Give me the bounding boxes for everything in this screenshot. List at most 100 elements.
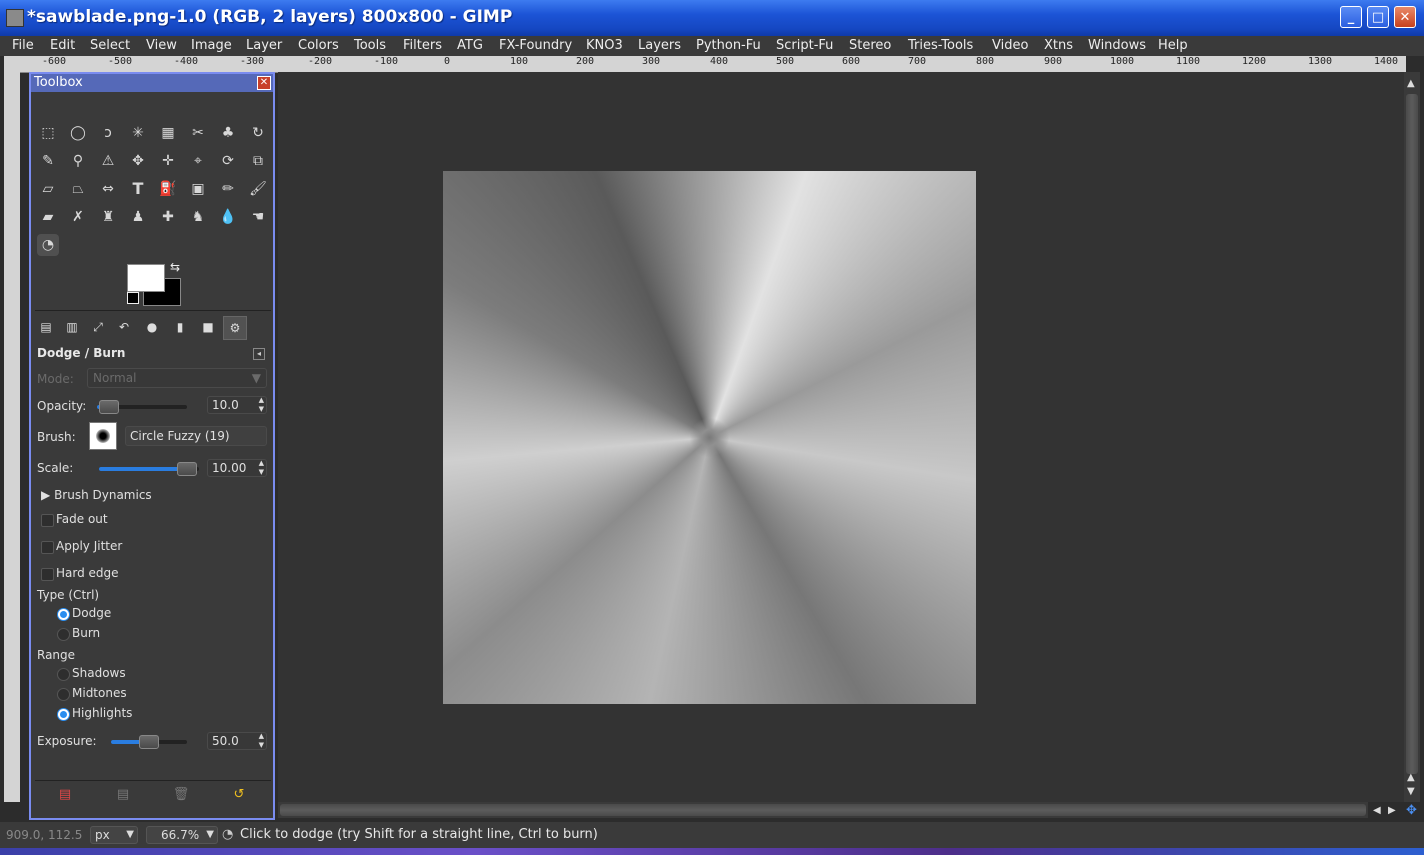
paths-tab-icon[interactable]: ⤢: [87, 316, 109, 338]
exposure-spinbox[interactable]: 50.0 ▲ ▼: [207, 732, 267, 750]
menu-atg[interactable]: ATG: [457, 38, 483, 53]
toolbox-close-button[interactable]: ✕: [257, 76, 271, 90]
align-icon[interactable]: ✛: [157, 150, 179, 172]
reset-colors-icon[interactable]: [127, 292, 139, 304]
hard-edge-checkbox[interactable]: [41, 568, 54, 581]
menu-fx-foundry[interactable]: FX-Foundry: [499, 38, 572, 53]
bucket-fill-icon[interactable]: ⛽: [157, 178, 179, 200]
reset-options-icon[interactable]: ↺: [230, 786, 248, 804]
scroll-right-icon[interactable]: ▶: [1388, 805, 1396, 816]
ellipse-select-icon[interactable]: ◯: [67, 122, 89, 144]
navigate-icon[interactable]: ✥: [1406, 803, 1417, 818]
menu-video[interactable]: Video: [992, 38, 1028, 53]
scissors-icon[interactable]: ✂: [187, 122, 209, 144]
spin-arrows-icon[interactable]: ▲ ▼: [259, 396, 264, 414]
scale-slider-handle[interactable]: [177, 462, 197, 476]
free-select-icon[interactable]: ↄ: [97, 122, 119, 144]
menu-select[interactable]: Select: [90, 38, 130, 53]
menu-colors[interactable]: Colors: [298, 38, 339, 53]
clone-icon[interactable]: ♟: [127, 206, 149, 228]
apply-jitter-checkbox[interactable]: [41, 541, 54, 554]
color-select-icon[interactable]: ▦: [157, 122, 179, 144]
tool-options-tab-icon[interactable]: ⚙: [223, 316, 247, 340]
menu-stereo[interactable]: Stereo: [849, 38, 891, 53]
scale-icon[interactable]: ⧉: [247, 150, 269, 172]
save-options-icon[interactable]: ▤: [56, 786, 74, 804]
mode-select[interactable]: Normal ▼: [87, 368, 267, 388]
dodge-radio[interactable]: [57, 608, 70, 621]
spin-arrows-icon[interactable]: ▲ ▼: [259, 459, 264, 477]
airbrush-icon[interactable]: ✗: [67, 206, 89, 228]
move-icon[interactable]: ✥: [127, 150, 149, 172]
measure-icon[interactable]: ⚠: [97, 150, 119, 172]
smudge-icon[interactable]: ☚: [247, 206, 269, 228]
horizontal-scrollbar[interactable]: [278, 802, 1368, 818]
flip-icon[interactable]: ⇔: [97, 178, 119, 200]
fade-out-checkbox[interactable]: [41, 514, 54, 527]
horizontal-ruler[interactable]: -600 -500 -400 -300 -200 -100 0 100 200 …: [20, 56, 1406, 73]
apply-jitter-label[interactable]: Apply Jitter: [56, 539, 122, 553]
highlights-label[interactable]: Highlights: [72, 706, 132, 720]
scale-spinbox[interactable]: 10.00 ▲ ▼: [207, 459, 267, 477]
zoom-icon[interactable]: ⚲: [67, 150, 89, 172]
shadows-label[interactable]: Shadows: [72, 666, 126, 680]
menu-kno3[interactable]: KNO3: [586, 38, 623, 53]
undo-tab-icon[interactable]: ↶: [113, 316, 135, 338]
blur-sharpen-icon[interactable]: 💧: [217, 206, 239, 228]
brush-dynamics-expander[interactable]: ▶ Brush Dynamics: [41, 488, 152, 502]
scroll-up-icon[interactable]: ▲: [1407, 772, 1415, 783]
text-icon[interactable]: T: [127, 178, 149, 200]
close-button[interactable]: ✕: [1394, 6, 1416, 28]
ruler-corner[interactable]: [4, 56, 20, 72]
minimize-button[interactable]: _: [1340, 6, 1362, 28]
midtones-radio[interactable]: [57, 688, 70, 701]
shear-icon[interactable]: ▱: [37, 178, 59, 200]
opacity-slider-handle[interactable]: [99, 400, 119, 414]
menu-xtns[interactable]: Xtns: [1044, 38, 1073, 53]
hard-edge-label[interactable]: Hard edge: [56, 566, 119, 580]
blend-icon[interactable]: ▣: [187, 178, 209, 200]
spin-arrows-icon[interactable]: ▲ ▼: [259, 732, 264, 750]
menu-image[interactable]: Image: [191, 38, 232, 53]
eraser-icon[interactable]: ▰: [37, 206, 59, 228]
layers-tab-icon[interactable]: ▤: [35, 316, 57, 338]
menu-view[interactable]: View: [146, 38, 177, 53]
dodge-label[interactable]: Dodge: [72, 606, 111, 620]
menu-edit[interactable]: Edit: [50, 38, 75, 53]
vertical-scrollbar[interactable]: ▲ ▲ ▼: [1404, 72, 1420, 802]
rect-select-icon[interactable]: ⬚: [37, 122, 59, 144]
menu-script-fu[interactable]: Script-Fu: [776, 38, 833, 53]
menu-layer[interactable]: Layer: [246, 38, 282, 53]
zoom-select[interactable]: 66.7% ▼: [146, 826, 218, 844]
restore-options-icon[interactable]: ▤: [114, 786, 132, 804]
menu-file[interactable]: File: [12, 38, 34, 53]
channels-tab-icon[interactable]: ▥: [61, 316, 83, 338]
menu-layers[interactable]: Layers: [638, 38, 681, 53]
color-picker-icon[interactable]: ✎: [37, 150, 59, 172]
delete-options-icon[interactable]: 🗑: [172, 786, 190, 804]
heal-icon[interactable]: ✚: [157, 206, 179, 228]
dodge-burn-icon[interactable]: ◔: [37, 234, 59, 256]
scroll-up-icon[interactable]: ▲: [1407, 78, 1415, 89]
vertical-scroll-thumb[interactable]: [1406, 94, 1418, 774]
burn-label[interactable]: Burn: [72, 626, 100, 640]
opacity-spinbox[interactable]: 10.0 ▲ ▼: [207, 396, 267, 414]
exposure-slider[interactable]: [111, 735, 187, 749]
foreground-select-icon[interactable]: ♣: [217, 122, 239, 144]
vertical-ruler[interactable]: [4, 72, 20, 802]
menu-windows[interactable]: Windows: [1088, 38, 1146, 53]
swap-colors-icon[interactable]: ⇆: [170, 260, 180, 274]
horizontal-scroll-thumb[interactable]: [280, 804, 1366, 816]
shadows-radio[interactable]: [57, 668, 70, 681]
menu-help[interactable]: Help: [1158, 38, 1188, 53]
fade-out-label[interactable]: Fade out: [56, 512, 108, 526]
brushed-metal-image[interactable]: [443, 171, 976, 704]
fuzzy-select-icon[interactable]: ✳: [127, 122, 149, 144]
crop-icon[interactable]: ⌖: [187, 150, 209, 172]
paintbrush-icon[interactable]: 🖌: [247, 178, 269, 200]
brush-name-field[interactable]: Circle Fuzzy (19): [125, 426, 267, 446]
opacity-slider[interactable]: [97, 400, 187, 414]
rotate-icon[interactable]: ⟳: [217, 150, 239, 172]
scroll-left-icon[interactable]: ◀: [1373, 805, 1381, 816]
menu-tools[interactable]: Tools: [354, 38, 386, 53]
